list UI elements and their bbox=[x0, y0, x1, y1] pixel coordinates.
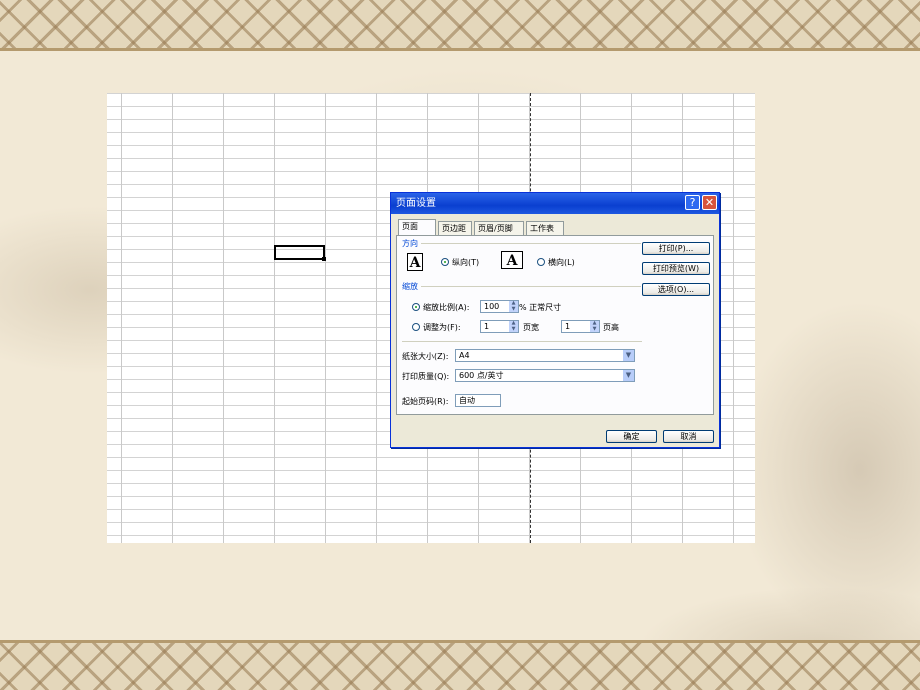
adjust-to-label[interactable]: 缩放比例(A): bbox=[423, 302, 469, 313]
border-line-top bbox=[0, 48, 920, 51]
landscape-label[interactable]: 横向(L) bbox=[548, 257, 575, 268]
help-icon[interactable]: ? bbox=[685, 195, 700, 210]
print-quality-select[interactable]: 600 点/英寸 ▼ bbox=[455, 369, 635, 382]
spinner-arrows-icon[interactable]: ▲ ▼ bbox=[508, 320, 518, 332]
fit-tall-suffix: 页高 bbox=[603, 323, 619, 332]
decorative-border-bottom bbox=[0, 640, 920, 690]
fit-wide-suffix: 页宽 bbox=[523, 323, 539, 332]
tab-page[interactable]: 页面 bbox=[398, 219, 436, 235]
border-line-bottom bbox=[0, 640, 920, 643]
paper-size-select[interactable]: A4 ▼ bbox=[455, 349, 635, 362]
paper-size-label: 纸张大小(Z): bbox=[402, 352, 449, 361]
ok-button[interactable]: 确定 bbox=[606, 430, 657, 443]
scaling-divider bbox=[421, 286, 641, 287]
chevron-down-icon[interactable]: ▼ bbox=[623, 350, 634, 361]
page-setup-dialog: 页面设置 ? ✕ 页面 页边距 页眉/页脚 工作表 方向 A 纵向(T) A 横… bbox=[390, 192, 720, 448]
first-page-number-label: 起始页码(R): bbox=[402, 397, 449, 406]
dialog-titlebar[interactable]: 页面设置 ? ✕ bbox=[391, 193, 719, 214]
fit-wide-spinner[interactable]: 1 ▲ ▼ bbox=[480, 320, 519, 333]
print-quality-value: 600 点/英寸 bbox=[459, 371, 504, 380]
orientation-divider bbox=[421, 243, 641, 244]
scale-percent-spinner[interactable]: 100 ▲ ▼ bbox=[480, 300, 519, 313]
cancel-button[interactable]: 取消 bbox=[663, 430, 714, 443]
print-button[interactable]: 打印(P)... bbox=[642, 242, 710, 255]
fit-to-label[interactable]: 调整为(F): bbox=[423, 322, 461, 333]
paper-size-value: A4 bbox=[459, 351, 470, 360]
scale-percent-suffix: % 正常尺寸 bbox=[519, 303, 562, 312]
active-cell[interactable] bbox=[274, 245, 326, 261]
spinner-arrows-icon[interactable]: ▲ ▼ bbox=[508, 300, 518, 312]
fit-tall-value: 1 bbox=[565, 322, 571, 331]
landscape-orientation-icon: A bbox=[501, 251, 523, 269]
tab-panel-page: 方向 A 纵向(T) A 横向(L) 缩放 缩放比例(A): 100 ▲ ▼ % … bbox=[396, 235, 714, 415]
first-page-number-input[interactable]: 自动 bbox=[455, 394, 501, 407]
scale-percent-value: 100 bbox=[484, 302, 500, 311]
close-icon[interactable]: ✕ bbox=[702, 195, 717, 210]
portrait-radio[interactable] bbox=[441, 258, 449, 266]
portrait-orientation-icon: A bbox=[407, 253, 423, 271]
decorative-border-top bbox=[0, 0, 920, 50]
scaling-section-label: 缩放 bbox=[402, 282, 418, 291]
spinner-arrows-icon[interactable]: ▲ ▼ bbox=[589, 320, 599, 332]
tab-margins[interactable]: 页边距 bbox=[438, 221, 472, 235]
paper-divider bbox=[402, 341, 642, 342]
tab-sheet[interactable]: 工作表 bbox=[526, 221, 564, 235]
fit-wide-value: 1 bbox=[484, 322, 490, 331]
orientation-section-label: 方向 bbox=[402, 239, 418, 248]
adjust-to-radio[interactable] bbox=[412, 303, 420, 311]
print-quality-label: 打印质量(Q): bbox=[402, 372, 450, 381]
fit-to-radio[interactable] bbox=[412, 323, 420, 331]
print-preview-button[interactable]: 打印预览(W) bbox=[642, 262, 710, 275]
tab-header-footer[interactable]: 页眉/页脚 bbox=[474, 221, 524, 235]
portrait-label[interactable]: 纵向(T) bbox=[452, 257, 479, 268]
dialog-title: 页面设置 bbox=[396, 198, 436, 209]
fit-tall-spinner[interactable]: 1 ▲ ▼ bbox=[561, 320, 600, 333]
landscape-radio[interactable] bbox=[537, 258, 545, 266]
options-button[interactable]: 选项(O)... bbox=[642, 283, 710, 296]
chevron-down-icon[interactable]: ▼ bbox=[623, 370, 634, 381]
